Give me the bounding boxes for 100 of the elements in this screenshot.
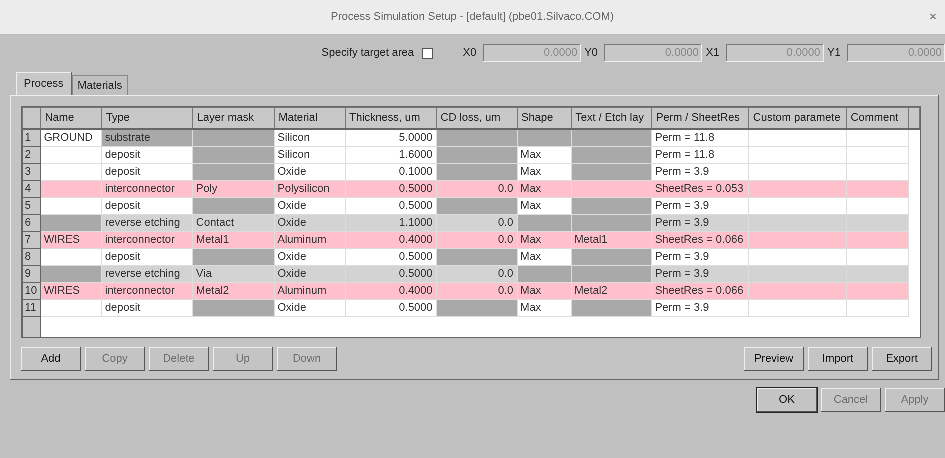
- dialog-button[interactable]: OK: [757, 388, 817, 412]
- table-cell: Oxide: [274, 300, 346, 316]
- column-header: Layer mask: [192, 108, 274, 129]
- table-cell: Perm = 3.9: [652, 214, 749, 232]
- table-cell: WIRES: [40, 282, 102, 300]
- column-header: CD loss, um: [436, 108, 518, 129]
- tab[interactable]: Materials: [72, 75, 128, 95]
- row-number: 4: [22, 180, 41, 198]
- coordinate-label: Y1: [828, 47, 841, 59]
- column-header: Perm / SheetRes: [652, 108, 749, 129]
- table-cell: Perm = 11.8: [652, 129, 749, 146]
- table-cell: 0.4000: [345, 282, 436, 300]
- table-cell: Metal2: [192, 282, 274, 300]
- table-cell: Metal2: [571, 282, 652, 300]
- table-cell: deposit: [102, 164, 193, 180]
- row-number: 3: [22, 164, 41, 180]
- table-cell: deposit: [102, 198, 193, 214]
- table-cell: 0.5000: [345, 198, 436, 214]
- row-number: 8: [22, 248, 41, 266]
- window-title: Process Simulation Setup - [default] (pbe01.Silvaco.COM): [330, 11, 614, 23]
- table-cell: Perm = 3.9: [652, 266, 749, 282]
- row-number: 9: [22, 266, 41, 282]
- table-cell: Aluminum: [274, 232, 346, 248]
- row-number: 11: [22, 300, 41, 316]
- row-number: 1: [22, 129, 41, 146]
- row-number: 7: [22, 232, 41, 248]
- coordinate-label: Y0: [584, 47, 598, 59]
- row-number: 5: [22, 198, 41, 214]
- coordinate-label: X0: [463, 47, 477, 59]
- table-cell: Max: [517, 164, 572, 180]
- table-cell: deposit: [102, 300, 193, 316]
- table-cell: Oxide: [274, 214, 346, 232]
- table-cell: SheetRes = 0.066: [652, 232, 749, 248]
- close-button[interactable]: ×: [925, 9, 941, 24]
- target-area-label: Specify target area: [322, 47, 414, 59]
- table-action-button[interactable]: Export: [872, 347, 932, 371]
- table-cell: deposit: [102, 248, 193, 266]
- target-area-checkbox[interactable]: [422, 48, 434, 58]
- table-cell: Oxide: [274, 198, 346, 214]
- table-cell: Contact: [192, 214, 274, 232]
- row-number: 10: [22, 282, 41, 300]
- table-cell: 0.5000: [345, 300, 436, 316]
- table-cell: Oxide: [274, 266, 346, 282]
- table-cell: Max: [517, 248, 572, 266]
- table-cell: Oxide: [274, 164, 346, 180]
- column-header: Thickness, um: [345, 108, 436, 129]
- table-cell: 0.0: [436, 180, 518, 198]
- table-cell: 1.1000: [345, 214, 436, 232]
- column-header: Shape: [517, 108, 572, 129]
- table-cell: Metal1: [192, 232, 274, 248]
- table-cell: Max: [517, 232, 572, 248]
- table-action-button[interactable]: Import: [808, 347, 868, 371]
- table-cell: 5.0000: [345, 129, 436, 146]
- table-cell: Max: [517, 300, 572, 316]
- tab[interactable]: Process: [16, 72, 72, 95]
- table-cell: 0.5000: [345, 248, 436, 266]
- column-header: Material: [274, 108, 346, 129]
- table-cell: 1.6000: [345, 146, 436, 164]
- table-cell: 0.0: [436, 232, 518, 248]
- table-cell: SheetRes = 0.066: [652, 282, 749, 300]
- column-header: Type: [102, 108, 193, 129]
- table-cell: 0.4000: [345, 232, 436, 248]
- table-cell: Aluminum: [274, 282, 346, 300]
- table-cell: SheetRes = 0.053: [652, 180, 749, 198]
- table-action-button[interactable]: Preview: [744, 347, 804, 371]
- table-cell: interconnector: [102, 232, 193, 248]
- table-cell: Oxide: [274, 248, 346, 266]
- table-cell: Silicon: [274, 146, 346, 164]
- table-cell: Via: [192, 266, 274, 282]
- table-cell: Perm = 11.8: [652, 146, 749, 164]
- table-cell: Perm = 3.9: [652, 300, 749, 316]
- table-cell: interconnector: [102, 282, 193, 300]
- table-cell: reverse etching: [102, 214, 193, 232]
- table-cell: 0.0: [436, 214, 518, 232]
- column-header: Custom paramete: [748, 108, 846, 129]
- coordinate-label: X1: [706, 47, 720, 59]
- table-cell: Max: [517, 198, 572, 214]
- table-cell: Silicon: [274, 129, 346, 146]
- table-action-button[interactable]: Add: [21, 347, 81, 371]
- row-number: 6: [22, 214, 41, 232]
- table-cell: Max: [517, 180, 572, 198]
- table-cell: Max: [517, 282, 572, 300]
- table-cell: 0.0: [436, 282, 518, 300]
- row-number: 2: [22, 146, 41, 164]
- column-header: Text / Etch lay: [571, 108, 652, 129]
- table-cell: Poly: [192, 180, 274, 198]
- table-cell: GROUND: [40, 129, 102, 146]
- table-cell: 0.5000: [345, 180, 436, 198]
- table-cell: WIRES: [40, 232, 102, 248]
- table-cell: Max: [517, 146, 572, 164]
- table-cell: deposit: [102, 146, 193, 164]
- table-cell: Perm = 3.9: [652, 248, 749, 266]
- table-cell: 0.0: [436, 266, 518, 282]
- table-cell: Metal1: [571, 232, 652, 248]
- table-cell: Polysilicon: [274, 180, 346, 198]
- table-cell: reverse etching: [102, 266, 193, 282]
- table-cell: interconnector: [102, 180, 193, 198]
- table-cell: Perm = 3.9: [652, 198, 749, 214]
- table-cell: 0.5000: [345, 266, 436, 282]
- table-cell: 0.1000: [345, 164, 436, 180]
